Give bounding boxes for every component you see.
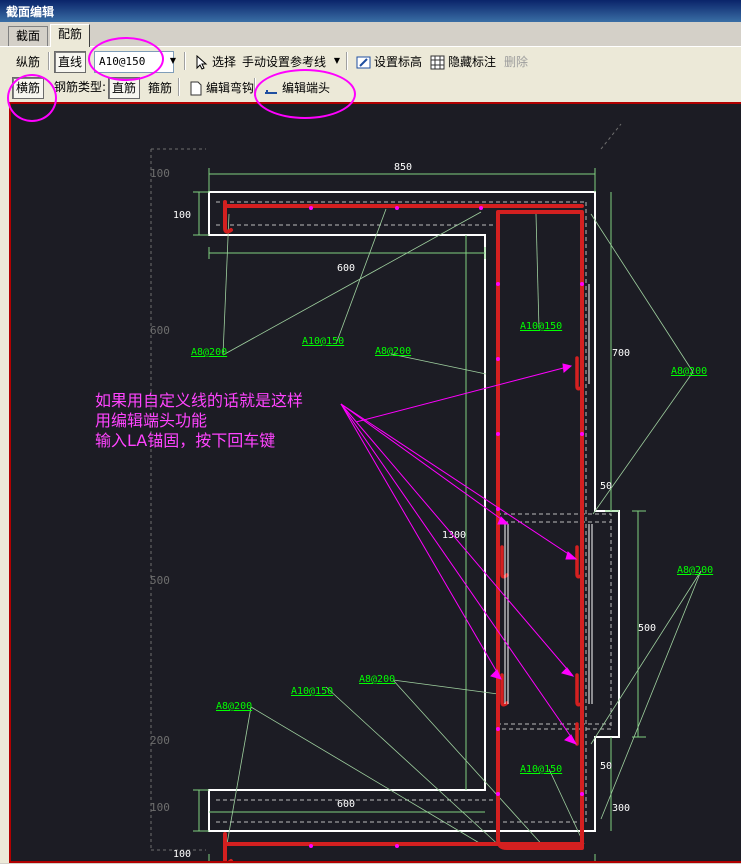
line-type-button[interactable]: 直线 bbox=[54, 51, 87, 73]
highlight-circle-transverse bbox=[7, 74, 57, 122]
select-tool-label: 选择 bbox=[212, 55, 237, 69]
annotation-note: 如果用自定义线的话就是这样 用编辑端头功能 输入LA锚固，按下回车键 bbox=[95, 391, 303, 451]
chevron-down-icon[interactable]: ▼ bbox=[166, 52, 180, 70]
rebar-label[interactable]: A8@200 bbox=[359, 674, 395, 685]
dim-text: 700 bbox=[612, 348, 630, 359]
dim-text: 500 bbox=[638, 623, 656, 634]
annotation-line-2: 用编辑端头功能 bbox=[95, 411, 208, 430]
dim-text: 850 bbox=[394, 162, 412, 173]
annotation-line-1: 如果用自定义线的话就是这样 bbox=[95, 391, 304, 410]
background-geometry bbox=[150, 123, 622, 851]
bg-dim-text: 200 bbox=[150, 734, 170, 747]
rebar-label[interactable]: A10@150 bbox=[302, 336, 344, 347]
drawing-canvas[interactable]: 100 600 500 200 100 850 600 100 700 50 1… bbox=[9, 102, 741, 864]
edit-hook-label: 编辑弯钩 bbox=[206, 81, 255, 95]
rebar-label[interactable]: A8@200 bbox=[671, 366, 707, 377]
rebar-label[interactable]: A8@200 bbox=[375, 346, 411, 357]
window-titlebar: 截面编辑 bbox=[0, 0, 741, 22]
cover-lines bbox=[216, 201, 612, 823]
dim-text: 1300 bbox=[442, 530, 466, 541]
cursor-arrow-icon bbox=[196, 55, 208, 70]
background-dims: 100 600 500 200 100 bbox=[150, 167, 170, 814]
separator bbox=[48, 52, 50, 70]
separator bbox=[178, 78, 180, 96]
leader-lines bbox=[222, 208, 702, 850]
elevation-icon bbox=[356, 56, 371, 69]
annotation-line-3: 输入LA锚固，按下回车键 bbox=[95, 431, 276, 450]
grid-icon bbox=[430, 55, 445, 70]
bg-dim-text: 100 bbox=[150, 167, 170, 180]
bg-dim-text: 600 bbox=[150, 324, 170, 337]
select-tool-button[interactable]: 选择 bbox=[190, 51, 240, 73]
highlight-circle-rebar-spec bbox=[88, 37, 164, 81]
secondary-bars bbox=[504, 284, 593, 704]
rebar-panel: 纵筋 直线 A10@150 ▼ 选择 手动设置参考线 ▼ 设置标高 隐藏标注 删… bbox=[0, 37, 741, 864]
dim-text: 300 bbox=[612, 803, 630, 814]
highlight-circle-edit-end bbox=[254, 69, 356, 119]
rebar-label[interactable]: A8@200 bbox=[677, 565, 713, 576]
section-drawing: 100 600 500 200 100 850 600 100 700 50 1… bbox=[150, 123, 713, 864]
dimension-lines bbox=[193, 168, 646, 861]
longitudinal-button[interactable]: 纵筋 bbox=[12, 51, 44, 73]
annotation-arrows bbox=[340, 363, 578, 745]
stirrup-button[interactable]: 箍筋 bbox=[144, 77, 176, 99]
rebar-outer-loop bbox=[496, 210, 584, 850]
dim-text: 100 bbox=[173, 210, 191, 221]
rebar-type-label: 钢筋类型: bbox=[54, 80, 107, 94]
delete-button[interactable]: 删除 bbox=[500, 51, 532, 73]
separator bbox=[184, 52, 186, 70]
rebar-label[interactable]: A8@200 bbox=[216, 701, 252, 712]
set-elevation-label: 设置标高 bbox=[374, 55, 423, 69]
rebar-main bbox=[223, 200, 584, 864]
edit-hook-button[interactable]: 编辑弯钩 bbox=[184, 77, 258, 99]
dim-text: 600 bbox=[337, 263, 355, 274]
hide-annotations-label: 隐藏标注 bbox=[448, 55, 497, 69]
dim-text: 100 bbox=[173, 849, 191, 860]
set-elevation-button[interactable]: 设置标高 bbox=[352, 51, 426, 73]
tab-section[interactable]: 截面 bbox=[8, 26, 49, 46]
chevron-down-icon[interactable]: ▼ bbox=[330, 52, 344, 70]
window-title: 截面编辑 bbox=[6, 5, 55, 19]
section-outline bbox=[208, 191, 620, 832]
page-edit-icon bbox=[190, 81, 202, 96]
rebar-end-hooks bbox=[500, 356, 584, 746]
tab-rebar[interactable]: 配筋 bbox=[50, 24, 91, 47]
separator bbox=[346, 52, 348, 70]
bg-dim-text: 100 bbox=[150, 801, 170, 814]
rebar-labels: A8@200 A10@150 A8@200 A10@150 A8@200 A8@… bbox=[191, 321, 713, 775]
dim-text: 600 bbox=[337, 799, 355, 810]
hide-annotations-button[interactable]: 隐藏标注 bbox=[426, 51, 500, 73]
rebar-label[interactable]: A10@150 bbox=[520, 321, 562, 332]
dim-text: 50 bbox=[600, 761, 612, 772]
rebar-label[interactable]: A10@150 bbox=[520, 764, 562, 775]
rebar-label[interactable]: A10@150 bbox=[291, 686, 333, 697]
bg-dim-text: 500 bbox=[150, 574, 170, 587]
rebar-label[interactable]: A8@200 bbox=[191, 347, 227, 358]
dim-text: 50 bbox=[600, 481, 612, 492]
